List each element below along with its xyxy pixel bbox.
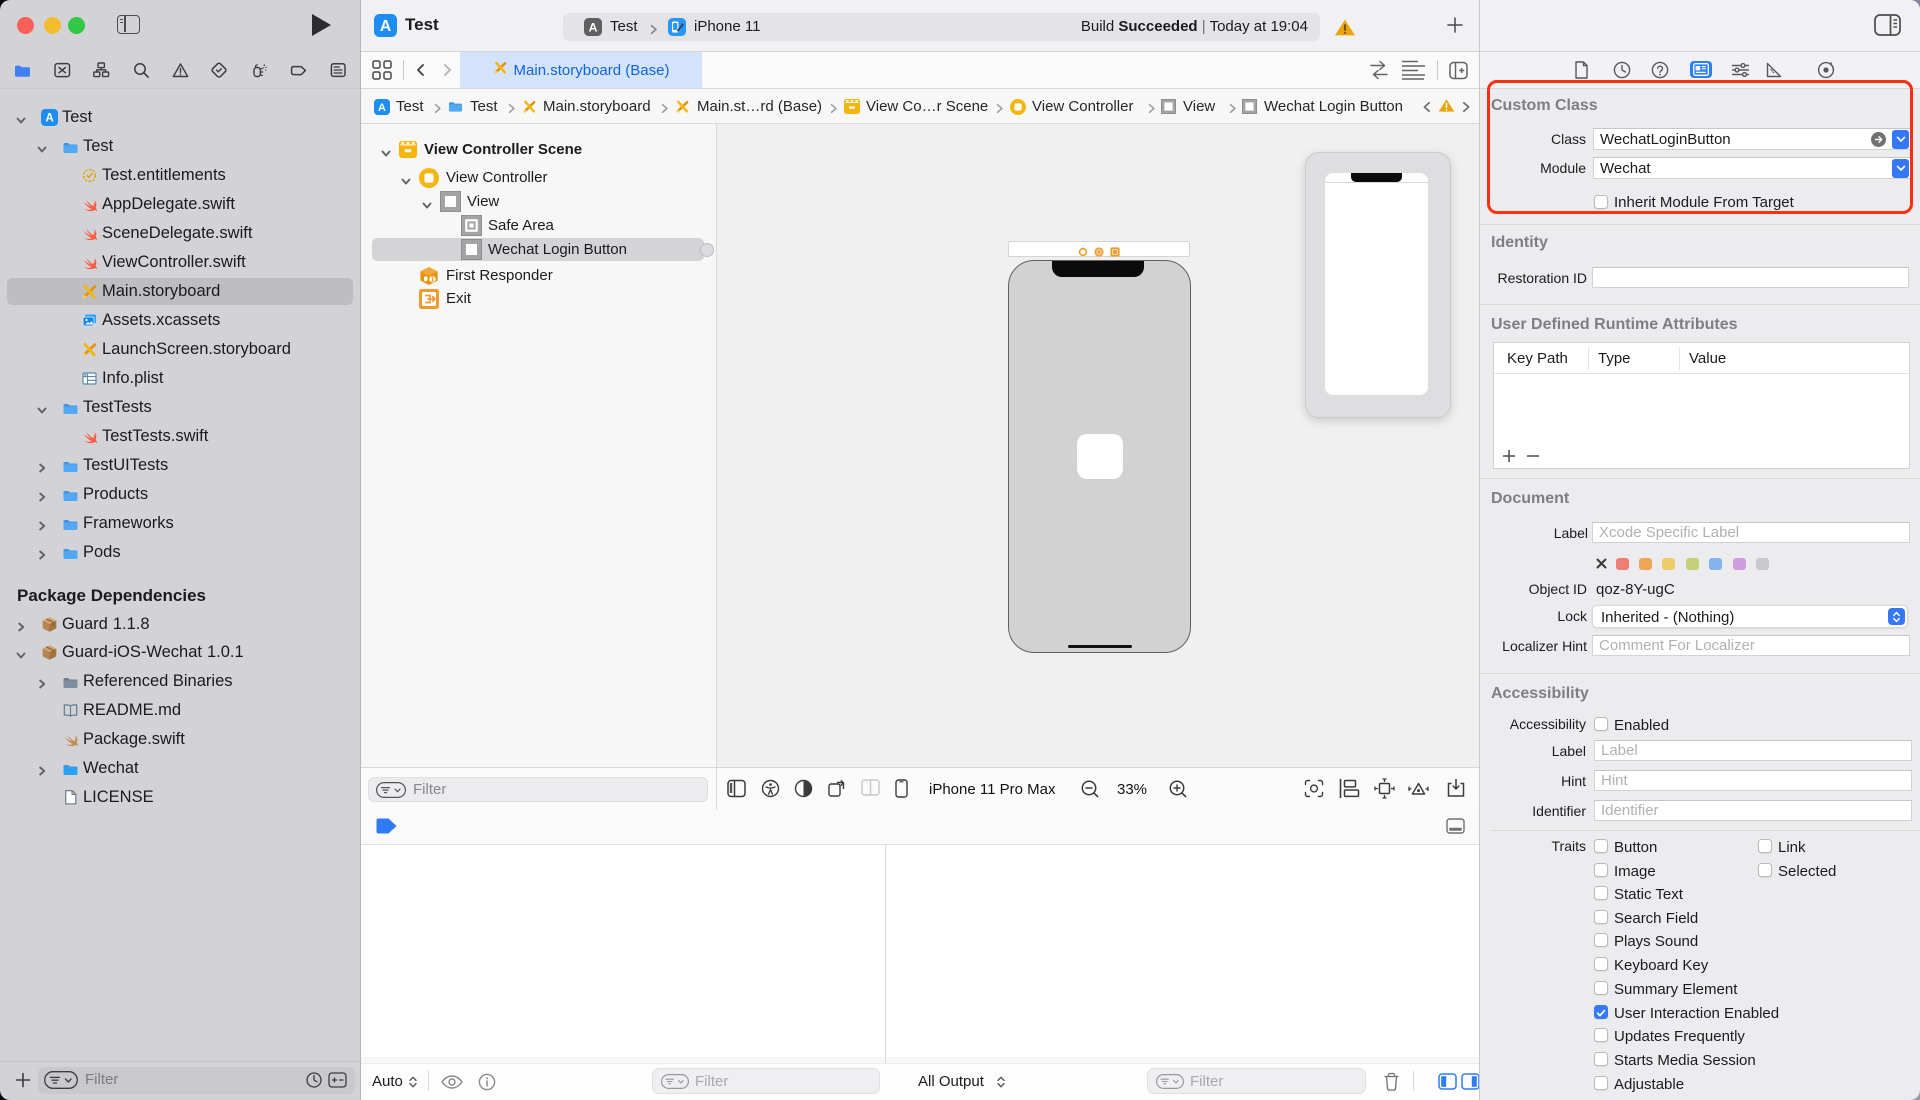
svg-text:A: A: [589, 20, 598, 34]
svg-text:1: 1: [430, 277, 434, 284]
svg-text:A: A: [380, 18, 391, 35]
svg-text:A: A: [45, 111, 54, 124]
svg-text:A: A: [378, 102, 386, 114]
